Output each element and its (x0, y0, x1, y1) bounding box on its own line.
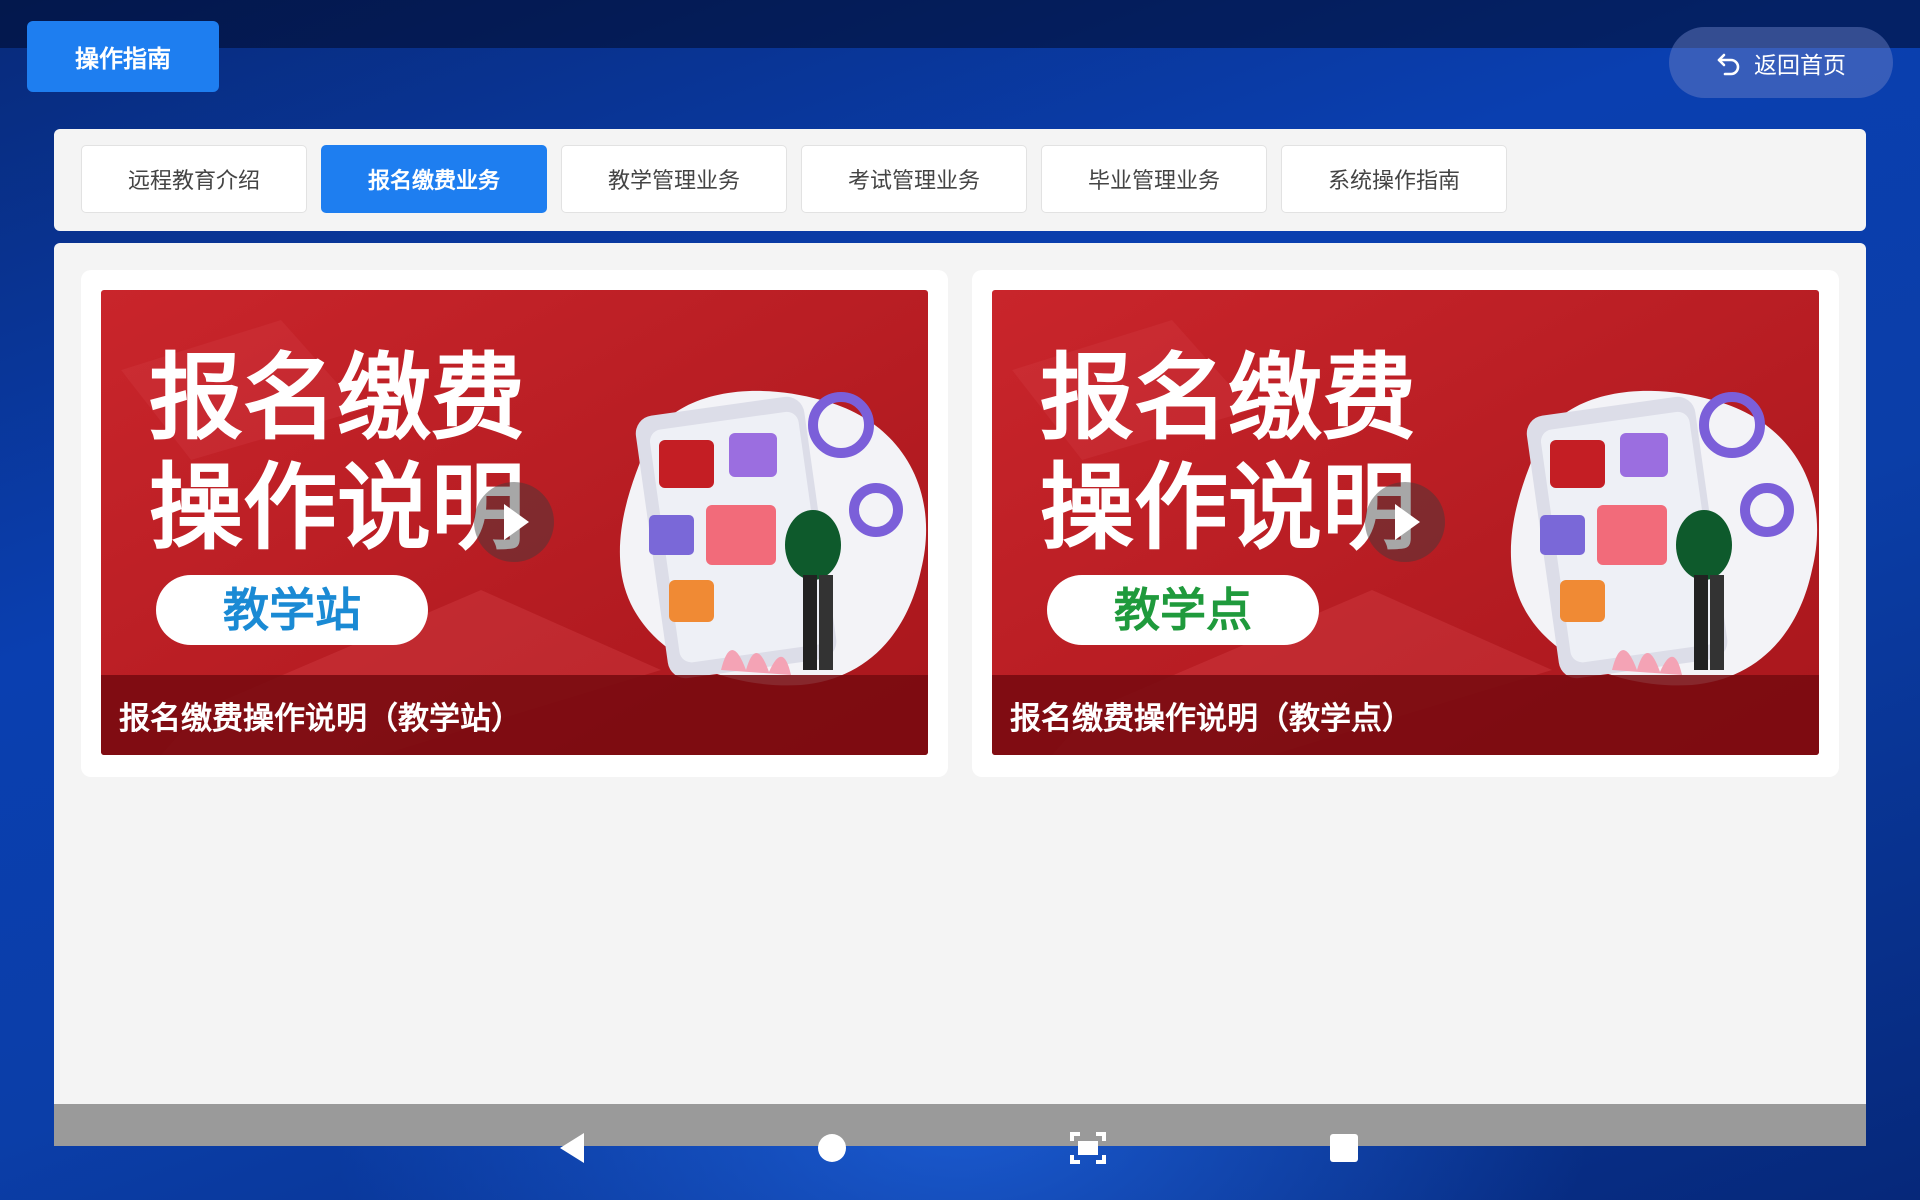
home-circle-icon[interactable] (816, 1131, 848, 1165)
video-card-teaching-station[interactable]: 报名缴费 操作说明 教学站 报名缴费操作说明（教学站） (81, 270, 948, 777)
tab-teaching-management[interactable]: 教学管理业务 (561, 145, 787, 213)
tab-system-guide[interactable]: 系统操作指南 (1281, 145, 1507, 213)
banner-title-line1: 报名缴费 (1040, 344, 1416, 453)
play-icon (474, 482, 554, 562)
content-panel: 报名缴费 操作说明 教学站 报名缴费操作说明（教学站） 报名缴费 操作说明 教学… (54, 243, 1866, 1145)
undo-arrow-icon (1717, 53, 1740, 75)
system-navigation-bar (54, 1104, 1866, 1146)
top-strip (0, 0, 1920, 48)
screenshot-icon[interactable] (1069, 1131, 1107, 1165)
banner-badge: 教学点 (1114, 583, 1252, 637)
video-card-teaching-point[interactable]: 报名缴费 操作说明 教学点 报名缴费操作说明（教学点） (972, 270, 1839, 777)
tab-distance-education-intro[interactable]: 远程教育介绍 (81, 145, 307, 213)
recents-square-icon[interactable] (1328, 1131, 1360, 1165)
tab-enrollment-payment[interactable]: 报名缴费业务 (321, 145, 547, 213)
banner-title-line1: 报名缴费 (149, 344, 525, 453)
video-thumbnail[interactable]: 报名缴费 操作说明 教学站 报名缴费操作说明（教学站） (101, 290, 928, 755)
guide-button[interactable]: 操作指南 (27, 21, 219, 92)
back-triangle-icon[interactable] (556, 1131, 588, 1165)
play-icon (1365, 482, 1445, 562)
return-home-label: 返回首页 (1754, 52, 1846, 79)
video-thumbnail[interactable]: 报名缴费 操作说明 教学点 报名缴费操作说明（教学点） (992, 290, 1819, 755)
return-home-button[interactable]: 返回首页 (1669, 27, 1893, 98)
video-caption: 报名缴费操作说明（教学站） (101, 675, 928, 755)
banner-title-line2: 操作说明 (1040, 454, 1416, 563)
tab-exam-management[interactable]: 考试管理业务 (801, 145, 1027, 213)
banner-title-line2: 操作说明 (149, 454, 525, 563)
category-tab-bar: 远程教育介绍 报名缴费业务 教学管理业务 考试管理业务 毕业管理业务 系统操作指… (54, 129, 1866, 231)
tab-graduation-management[interactable]: 毕业管理业务 (1041, 145, 1267, 213)
video-caption: 报名缴费操作说明（教学点） (992, 675, 1819, 755)
banner-badge: 教学站 (223, 583, 361, 637)
